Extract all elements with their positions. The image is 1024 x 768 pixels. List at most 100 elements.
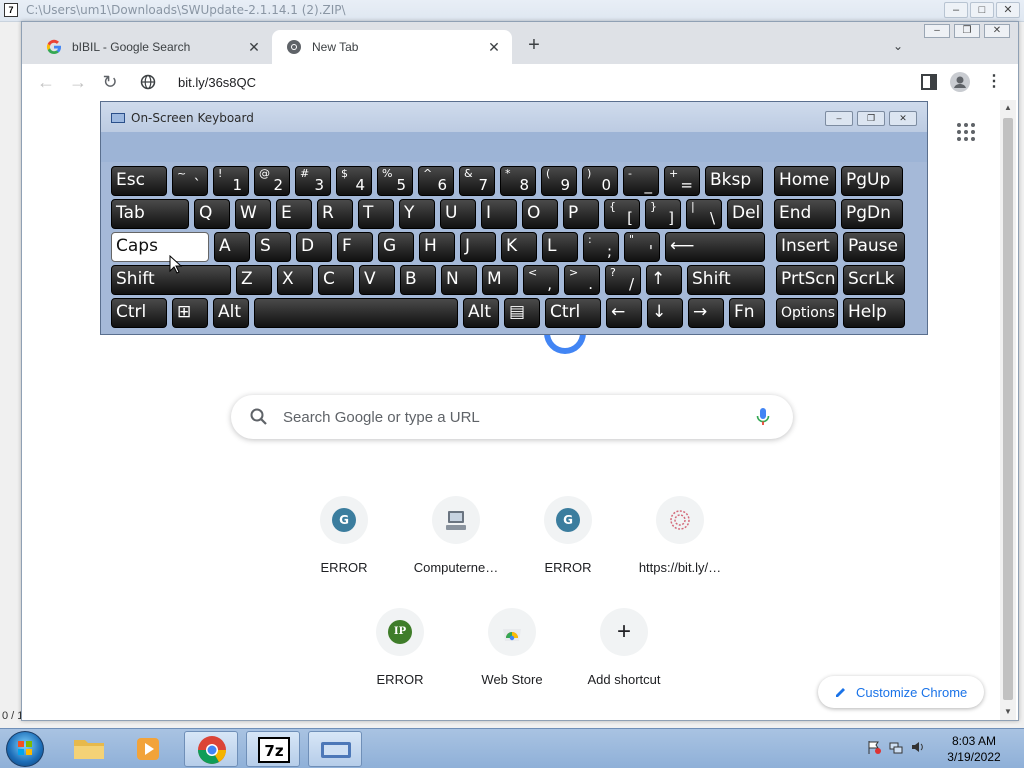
key-w[interactable]: W [235, 199, 271, 229]
key-0[interactable]: ) 0 [582, 166, 618, 196]
start-button[interactable] [6, 731, 44, 767]
clock-time[interactable]: 8:03 AM [944, 734, 1004, 748]
page-scrollbar[interactable]: ▲ ▼ [1000, 100, 1016, 720]
chrome-restore-button[interactable]: ❐ [954, 24, 980, 38]
reload-icon[interactable]: ↻ [98, 70, 122, 94]
key-j[interactable]: J [460, 232, 496, 262]
key-x[interactable]: X [277, 265, 313, 295]
key-symbol[interactable]: ↓ [647, 298, 683, 328]
taskbar-7zip[interactable]: 7z [246, 731, 300, 767]
site-info-icon[interactable] [140, 74, 156, 90]
key-v[interactable]: V [359, 265, 395, 295]
key-prtscn[interactable]: PrtScn [776, 265, 838, 295]
key-alt[interactable]: Alt [463, 298, 499, 328]
shortcut-tile[interactable]: G ERROR [288, 496, 400, 596]
key-p[interactable]: P [563, 199, 599, 229]
key-del[interactable]: Del [727, 199, 763, 229]
key-pgup[interactable]: PgUp [841, 166, 903, 196]
key-end[interactable]: End [774, 199, 836, 229]
key-e[interactable]: E [276, 199, 312, 229]
scroll-down-arrow-icon[interactable]: ▼ [1000, 704, 1016, 720]
tab-google-search[interactable]: bIBIL - Google Search ✕ [32, 30, 272, 64]
key-m[interactable]: M [482, 265, 518, 295]
key-symbol[interactable]: ~ ` [172, 166, 208, 196]
taskbar-media-player[interactable] [122, 731, 176, 767]
key-symbol[interactable]: }] [645, 199, 681, 229]
key-symbol[interactable]: ⊞ [172, 298, 208, 328]
scroll-thumb[interactable] [1003, 118, 1013, 700]
key-symbol[interactable]: ⟵ [665, 232, 765, 262]
key-symbol[interactable]: ← [606, 298, 642, 328]
key-symbol[interactable]: {[ [604, 199, 640, 229]
add-shortcut-button[interactable]: + Add shortcut [568, 608, 680, 708]
key-d[interactable]: D [296, 232, 332, 262]
customize-chrome-button[interactable]: Customize Chrome [818, 676, 984, 708]
key-q[interactable]: Q [194, 199, 230, 229]
address-bar[interactable]: bit.ly/36s8QC [126, 66, 914, 98]
shortcut-tile[interactable]: Computerne… [400, 496, 512, 596]
key-o[interactable]: O [522, 199, 558, 229]
key-2[interactable]: @2 [254, 166, 290, 196]
search-box[interactable] [231, 395, 793, 439]
key-symbol[interactable]: ? / [605, 265, 641, 295]
key-symbol[interactable]: " ' [624, 232, 660, 262]
key-fn[interactable]: Fn [729, 298, 765, 328]
taskbar-chrome[interactable] [184, 731, 238, 767]
key-z[interactable]: Z [236, 265, 272, 295]
key-u[interactable]: U [440, 199, 476, 229]
tab-close-icon[interactable]: ✕ [486, 39, 502, 55]
profile-avatar-icon[interactable] [950, 72, 970, 92]
tab-search-button[interactable]: ⌄ [888, 36, 908, 56]
key-r[interactable]: R [317, 199, 353, 229]
key-i[interactable]: I [481, 199, 517, 229]
key-shift[interactable]: Shift [687, 265, 765, 295]
key-home[interactable]: Home [774, 166, 836, 196]
network-icon[interactable] [888, 739, 904, 755]
key-symbol[interactable]: + = [664, 166, 700, 196]
key-9[interactable]: (9 [541, 166, 577, 196]
key-g[interactable]: G [378, 232, 414, 262]
new-tab-button[interactable]: + [522, 34, 546, 58]
key-tab[interactable]: Tab [111, 199, 189, 229]
key-ctrl[interactable]: Ctrl [545, 298, 601, 328]
key-t[interactable]: T [358, 199, 394, 229]
key-symbol[interactable]: - _ [623, 166, 659, 196]
shortcut-tile[interactable]: IP ERROR [344, 608, 456, 708]
tab-close-icon[interactable]: ✕ [246, 39, 262, 55]
tab-new-tab[interactable]: New Tab ✕ [272, 30, 512, 64]
key-c[interactable]: C [318, 265, 354, 295]
key-l[interactable]: L [542, 232, 578, 262]
background-minimize-button[interactable]: – [944, 2, 968, 18]
microphone-icon[interactable] [755, 407, 771, 427]
key-esc[interactable]: Esc [111, 166, 167, 196]
key-alt[interactable]: Alt [213, 298, 249, 328]
google-apps-icon[interactable] [956, 122, 976, 142]
search-input[interactable] [283, 395, 743, 439]
key-a[interactable]: A [214, 232, 250, 262]
osk-titlebar[interactable]: On-Screen Keyboard – ❐ ✕ [101, 102, 927, 132]
key-symbol[interactable]: <, [523, 265, 559, 295]
key-help[interactable]: Help [843, 298, 905, 328]
key-8[interactable]: * 8 [500, 166, 536, 196]
action-center-flag-icon[interactable] [866, 739, 882, 755]
osk-restore-button[interactable]: ❐ [857, 111, 885, 126]
osk-minimize-button[interactable]: – [825, 111, 853, 126]
key-h[interactable]: H [419, 232, 455, 262]
key-options[interactable]: Options [776, 298, 838, 328]
scroll-up-arrow-icon[interactable]: ▲ [1000, 100, 1016, 116]
key-symbol[interactable]: | \ [686, 199, 722, 229]
chrome-minimize-button[interactable]: – [924, 24, 950, 38]
key-7[interactable]: & 7 [459, 166, 495, 196]
key-y[interactable]: Y [399, 199, 435, 229]
shortcut-tile[interactable]: G ERROR [512, 496, 624, 596]
key-symbol[interactable]: >. [564, 265, 600, 295]
background-close-button[interactable]: ✕ [996, 2, 1020, 18]
key-4[interactable]: $4 [336, 166, 372, 196]
key-symbol[interactable]: ▤ [504, 298, 540, 328]
key-space[interactable] [254, 298, 458, 328]
chrome-menu-icon[interactable]: ⋮ [984, 72, 1004, 92]
key-caps[interactable]: Caps [111, 232, 209, 262]
key-n[interactable]: N [441, 265, 477, 295]
clock-date[interactable]: 3/19/2022 [944, 750, 1004, 764]
side-panel-icon[interactable] [920, 73, 938, 91]
